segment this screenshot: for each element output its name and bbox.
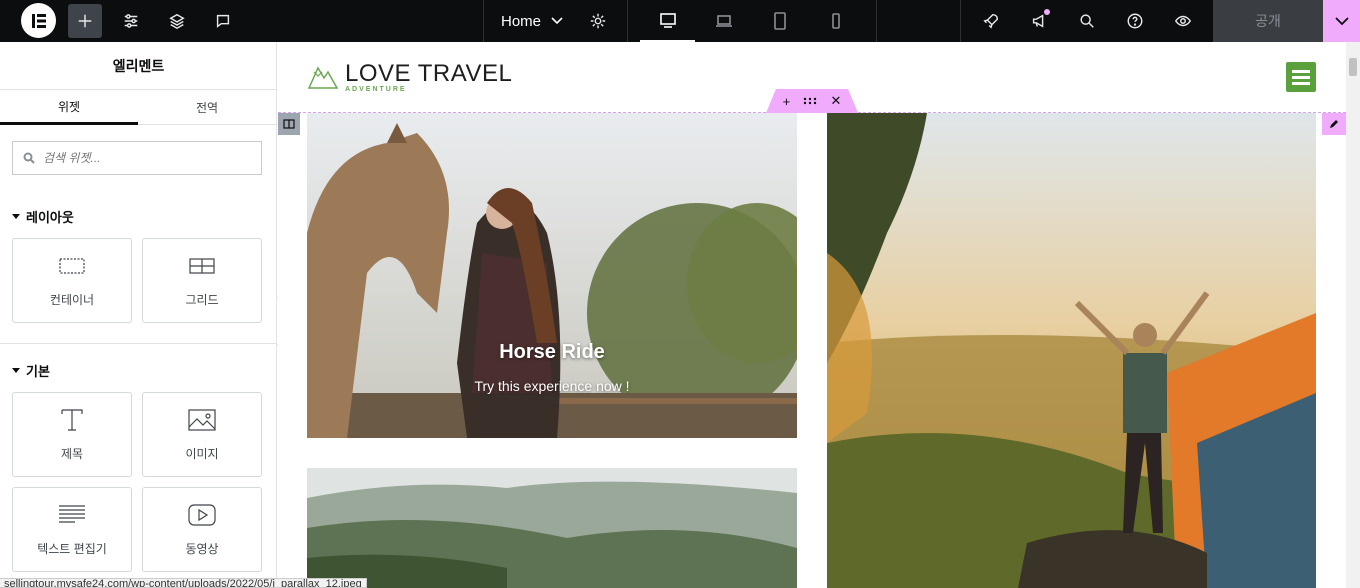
divider: [0, 343, 277, 344]
widget-container[interactable]: 컨테이너: [12, 238, 132, 323]
widget-label: 이미지: [185, 447, 219, 461]
section-layout-header[interactable]: 레이아웃: [12, 207, 74, 226]
chevron-down-icon: [551, 17, 563, 25]
drag-handle-icon[interactable]: [803, 97, 817, 105]
image-icon: [188, 409, 216, 431]
container-icon: [59, 258, 85, 274]
widget-search-input[interactable]: [43, 151, 243, 165]
heading-icon: [61, 409, 83, 431]
widget-label: 컨테이너: [49, 293, 95, 307]
page-selector[interactable]: Home: [501, 0, 563, 42]
mountain-landscape-image: [307, 468, 797, 588]
widget-heading[interactable]: 제목: [12, 392, 132, 477]
grid-icon: [189, 258, 215, 274]
search-icon[interactable]: [1070, 4, 1104, 38]
widget-search[interactable]: [12, 141, 262, 175]
hiker-sunset-card[interactable]: [827, 113, 1316, 588]
elementor-logo-icon[interactable]: [21, 3, 56, 38]
search-icon: [23, 152, 35, 164]
announcements-megaphone-icon[interactable]: [1022, 4, 1056, 38]
elements-panel: 엘리멘트 위젯 전역 레이아웃 컨테이너 그리드 기본 제목 이미지 텍스트 편…: [0, 42, 277, 588]
site-title: LOVE TRAVEL: [345, 60, 513, 87]
delete-section-icon[interactable]: ✕: [830, 93, 841, 109]
column-handle-icon[interactable]: [278, 113, 300, 135]
card-title: Horse Ride: [499, 341, 605, 363]
panel-title: 엘리멘트: [0, 42, 277, 90]
video-icon: [188, 504, 216, 526]
horse-ride-card[interactable]: Horse Ride Try this experience now !: [307, 113, 797, 438]
comments-icon[interactable]: [206, 4, 240, 38]
divider: [627, 0, 628, 42]
divider: [960, 0, 961, 42]
widget-grid[interactable]: 그리드: [142, 238, 262, 323]
mountain-logo-icon: [307, 66, 339, 89]
widget-label: 동영상: [185, 542, 219, 556]
desktop-view-icon[interactable]: [640, 0, 695, 42]
text-editor-icon: [59, 505, 85, 523]
help-icon[interactable]: [1118, 4, 1152, 38]
divider: [483, 0, 484, 42]
publish-options-chevron-icon[interactable]: [1323, 0, 1360, 42]
rocket-icon[interactable]: [974, 4, 1008, 38]
site-subtitle: ADVENTURE: [345, 86, 407, 93]
panel-tabs: 위젯 전역: [0, 90, 277, 125]
edit-widget-pencil-icon[interactable]: [1322, 113, 1346, 135]
section-handle[interactable]: + ✕: [766, 89, 858, 113]
hamburger-menu-icon[interactable]: [1286, 62, 1316, 92]
laptop-view-icon[interactable]: [696, 0, 751, 42]
section-basic-header[interactable]: 기본: [12, 361, 50, 380]
caret-down-icon: [12, 368, 20, 373]
widget-video[interactable]: 동영상: [142, 487, 262, 572]
publish-button[interactable]: 공개: [1213, 0, 1323, 42]
divider: [876, 0, 877, 42]
preview-eye-icon[interactable]: [1166, 4, 1200, 38]
section-title: 기본: [26, 364, 50, 379]
add-section-icon[interactable]: +: [783, 94, 791, 109]
canvas-scrollbar[interactable]: [1346, 42, 1360, 588]
widget-label: 그리드: [185, 293, 219, 307]
tab-widgets[interactable]: 위젯: [0, 90, 138, 125]
structure-layers-icon[interactable]: [160, 4, 194, 38]
site-settings-icon[interactable]: [114, 4, 148, 38]
statusbar-url: sellingtour.mysafe24.com/wp-content/uplo…: [0, 578, 367, 588]
scrollbar-thumb[interactable]: [1349, 58, 1357, 76]
add-element-button[interactable]: [68, 4, 102, 38]
widget-label: 텍스트 편집기: [37, 542, 107, 556]
site-logo[interactable]: LOVE TRAVEL ADVENTURE: [307, 62, 512, 93]
tab-global[interactable]: 전역: [138, 90, 276, 125]
hiker-sunset-image: [827, 113, 1316, 588]
page-name: Home: [501, 12, 542, 30]
editor-canvas: LOVE TRAVEL ADVENTURE + ✕ Horse Ride Try…: [278, 42, 1346, 588]
tablet-view-icon[interactable]: [752, 0, 807, 42]
mountain-landscape-card[interactable]: [307, 468, 797, 588]
notification-dot: [1044, 9, 1050, 15]
widget-text-editor[interactable]: 텍스트 편집기: [12, 487, 132, 572]
mobile-view-icon[interactable]: [808, 0, 863, 42]
page-settings-gear-icon[interactable]: [581, 4, 615, 38]
editor-topbar: Home 공개: [0, 0, 1360, 42]
section-title: 레이아웃: [26, 210, 74, 225]
caret-down-icon: [12, 214, 20, 219]
card-subtitle: Try this experience now !: [474, 378, 630, 394]
widget-image[interactable]: 이미지: [142, 392, 262, 477]
widget-label: 제목: [60, 447, 84, 461]
